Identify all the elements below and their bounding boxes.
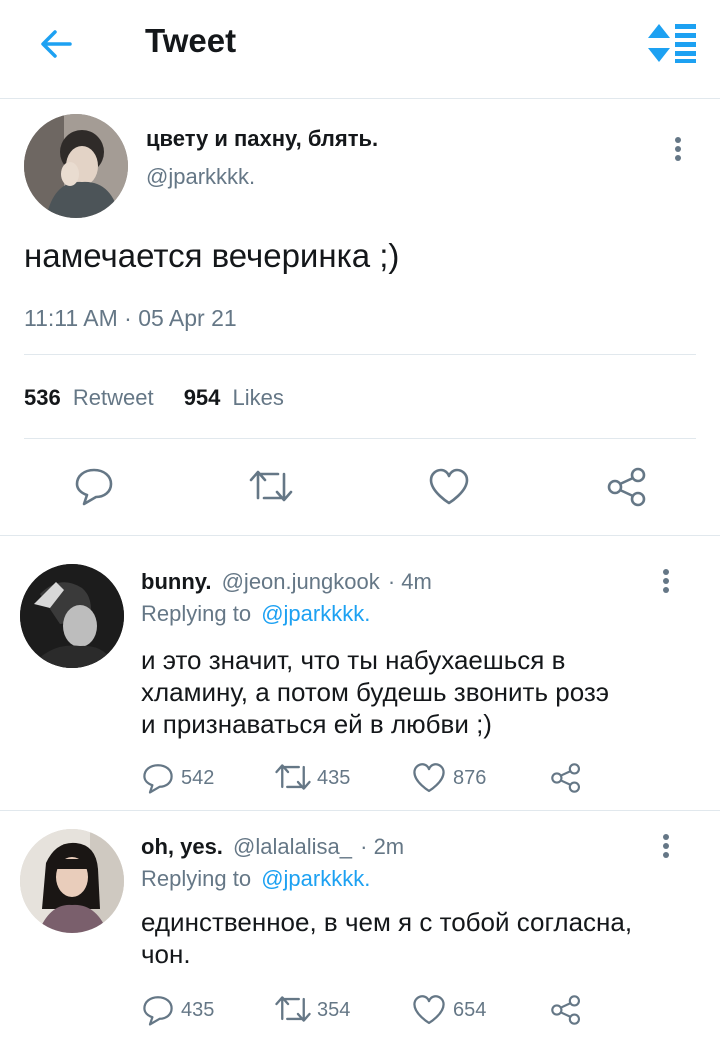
reply-handle[interactable]: @jeon.jungkook [222,569,380,594]
like-count: 654 [453,999,487,1021]
retweet-count[interactable]: 536 [24,385,61,410]
author-display-name[interactable]: цвету и пахну, блять. [146,126,378,152]
top-bar: Tweet [0,0,720,99]
retweet-label[interactable]: Retweet [73,385,154,410]
reply-share-icon[interactable] [550,994,582,1026]
more-options-icon[interactable] [661,834,671,862]
page-title: Tweet [145,22,237,59]
replying-to-handle[interactable]: @jparkkkk. [261,601,370,626]
reply-share-icon[interactable] [550,762,582,794]
share-icon[interactable] [606,466,648,508]
reply-count: 542 [181,767,215,789]
reply-display-name[interactable]: oh, yes. [141,834,223,859]
likes-count[interactable]: 954 [184,385,221,410]
tweet-text: намечается вечеринка ;) [24,237,400,274]
replying-to-prefix: Replying to [141,866,252,891]
replying-to-line: Replying to @jparkkkk. [141,866,370,892]
reply-comment-icon[interactable] [142,762,174,794]
section-divider [0,535,720,536]
reply-display-name[interactable]: bunny. [141,569,211,594]
retweet-icon[interactable] [248,468,294,504]
reply-count: 435 [181,999,215,1021]
likes-label[interactable]: Likes [233,385,284,410]
divider [24,354,696,355]
reply-text-line: хламину, а потом будешь звонить розэ [141,677,610,707]
reply-text: единственное, в чем я с тобой согласна, … [141,906,632,970]
reply-retweet-icon[interactable] [274,762,312,792]
reply-like-icon[interactable] [412,762,446,794]
reply-avatar[interactable] [20,564,124,668]
reply-icon[interactable] [74,466,114,506]
back-arrow-icon[interactable] [36,24,76,64]
reply-header: bunny. @jeon.jungkook · 4m [141,569,432,595]
retweet-count: 435 [317,767,351,789]
replying-to-handle[interactable]: @jparkkkk. [261,866,370,891]
reply-text-line: чон. [141,939,191,969]
retweet-count: 354 [317,999,351,1021]
author-handle[interactable]: @jparkkkk. [146,164,255,190]
replying-to-prefix: Replying to [141,601,252,626]
reply-text-line: единственное, в чем я с тобой согласна, [141,907,633,937]
reply-comment-icon[interactable] [142,994,174,1026]
divider [24,438,696,439]
more-options-icon[interactable] [661,569,671,597]
like-count: 876 [453,767,487,789]
replying-to-line: Replying to @jparkkkk. [141,601,370,627]
reply-text-line: и это значит, что ты набухаешься в [141,645,566,675]
reply-time: · 2m [360,834,405,859]
reply-avatar[interactable] [20,829,124,933]
reply-retweet-icon[interactable] [274,994,312,1024]
author-avatar[interactable] [24,114,128,218]
sort-list-icon[interactable] [646,22,698,64]
reply-header: oh, yes. @lalalalisa_ · 2m [141,834,404,860]
reply-like-icon[interactable] [412,994,446,1026]
tweet-timestamp: 11:11 AM · 05 Apr 21 [24,305,237,331]
reply-text-line: и признаваться ей в любви ;) [141,709,492,739]
reply-time: · 4m [387,569,432,594]
reply-handle[interactable]: @lalalalisa_ [233,834,352,859]
reply-text: и это значит, что ты набухаешься в хлами… [141,644,609,740]
more-options-icon[interactable] [673,137,683,165]
stats-row: 536 Retweet 954 Likes [24,385,284,411]
like-icon[interactable] [428,468,470,506]
section-divider [0,810,720,811]
